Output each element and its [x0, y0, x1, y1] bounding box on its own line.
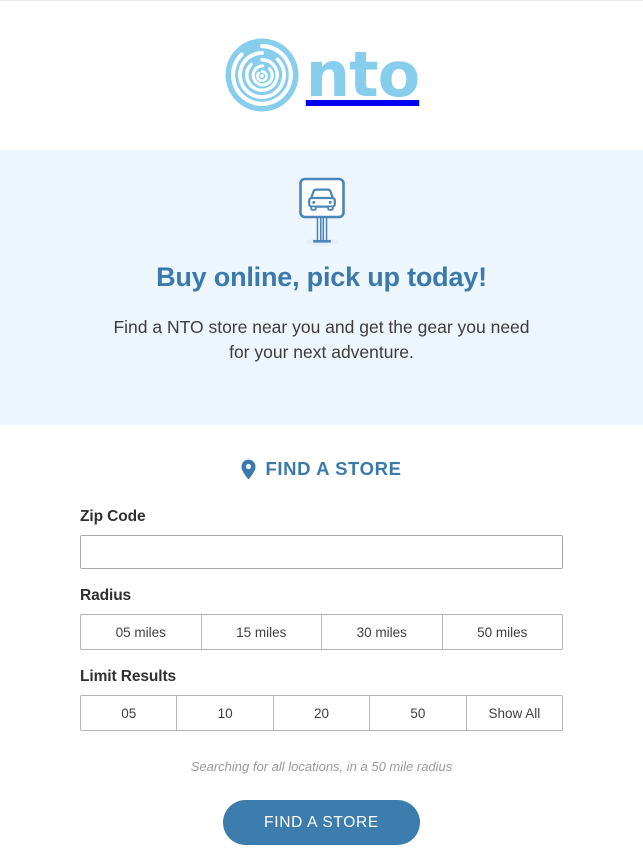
radius-option-group: 05 miles 15 miles 30 miles 50 miles	[80, 614, 563, 650]
store-finder-form: FIND A STORE Zip Code Radius 05 miles 15…	[0, 425, 643, 845]
zip-code-field-group: Zip Code	[80, 508, 563, 569]
hero-subtitle: Find a NTO store near you and get the ge…	[113, 317, 530, 363]
limit-results-field-group: Limit Results 05 10 20 50 Show All	[80, 668, 563, 731]
limit-option-05[interactable]: 05	[81, 696, 178, 730]
find-a-store-submit-button[interactable]: FIND A STORE	[223, 800, 420, 845]
radius-field-group: Radius 05 miles 15 miles 30 miles 50 mil…	[80, 587, 563, 650]
car-pickup-sign-icon	[298, 177, 345, 246]
limit-results-option-group: 05 10 20 50 Show All	[80, 695, 563, 731]
limit-results-label: Limit Results	[80, 668, 177, 685]
map-pin-icon	[241, 459, 256, 479]
limit-option-show-all[interactable]: Show All	[466, 696, 562, 730]
site-header: nto	[0, 0, 643, 150]
hero-banner: Buy online, pick up today! Find a NTO st…	[0, 150, 643, 425]
radius-option-15-miles[interactable]: 15 miles	[201, 615, 322, 649]
radius-option-50-miles[interactable]: 50 miles	[442, 615, 562, 649]
spacer-radius-limit	[80, 650, 563, 668]
logo-wordmark: nto	[305, 38, 420, 111]
limit-option-20[interactable]: 20	[273, 696, 371, 730]
search-status-note: Searching for all locations, in a 50 mil…	[190, 759, 453, 774]
hero-title: Buy online, pick up today!	[156, 262, 487, 292]
zip-code-input[interactable]	[80, 535, 563, 569]
top-hairline-divider	[0, 0, 643, 1]
spacer-zip-radius	[80, 569, 563, 587]
limit-option-50[interactable]: 50	[370, 696, 467, 730]
find-a-store-heading: FIND A STORE	[80, 425, 563, 508]
radius-label: Radius	[80, 587, 132, 604]
radius-option-30-miles[interactable]: 30 miles	[322, 615, 443, 649]
limit-option-10[interactable]: 10	[177, 696, 274, 730]
site-logo-link[interactable]: nto	[224, 37, 420, 113]
find-a-store-heading-text: FIND A STORE	[265, 458, 402, 479]
nto-concentric-circles-logo-icon	[225, 38, 299, 112]
radius-option-05-miles[interactable]: 05 miles	[81, 615, 202, 649]
submit-row: FIND A STORE	[80, 800, 563, 845]
zip-code-label: Zip Code	[80, 508, 146, 525]
